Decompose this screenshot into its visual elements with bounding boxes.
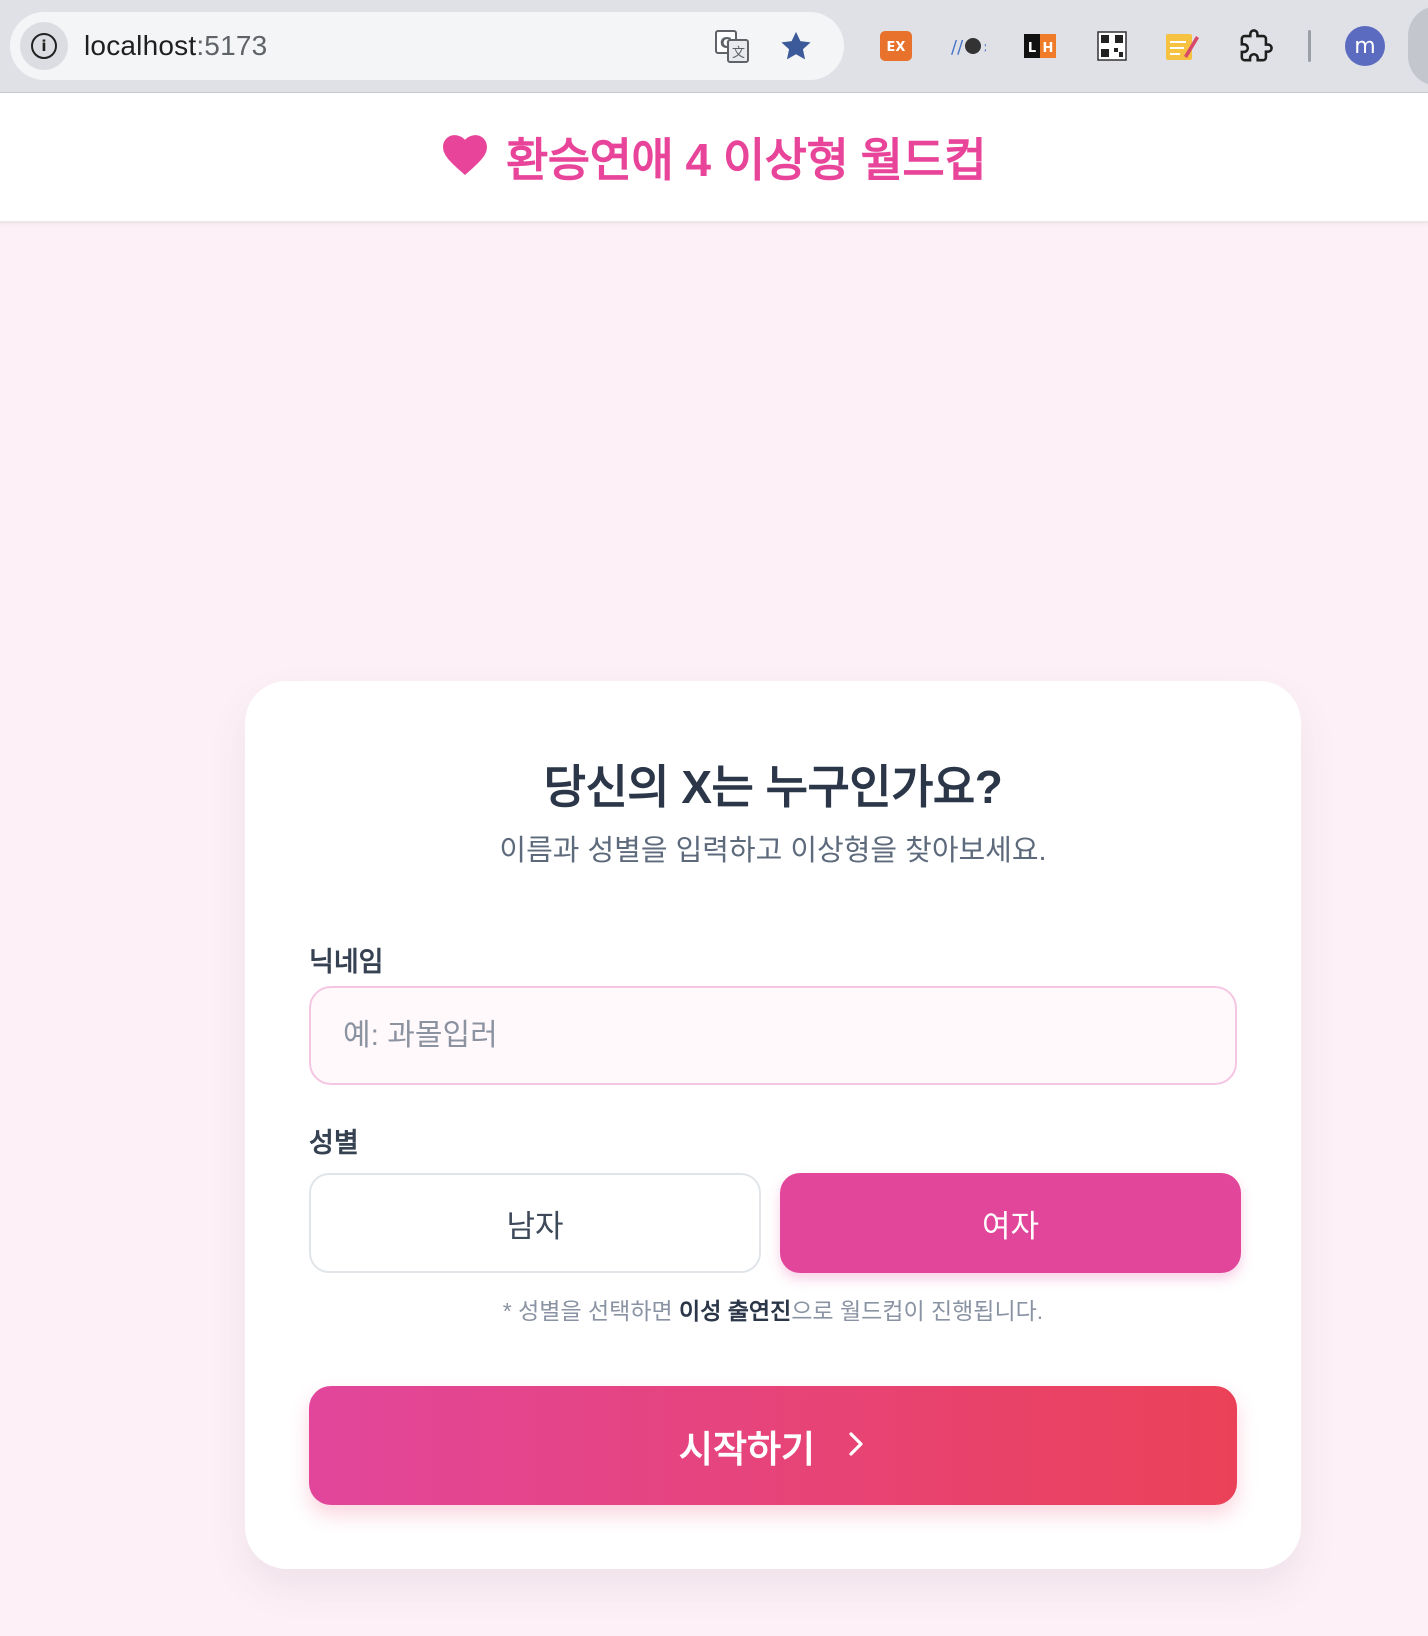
hint-prefix: * 성별을 선택하면	[502, 1298, 680, 1324]
nickname-input[interactable]	[309, 986, 1237, 1085]
chevron-right-icon	[845, 1425, 867, 1467]
gender-female-button[interactable]: 여자	[780, 1173, 1241, 1273]
toolbar-menu-edge[interactable]	[1408, 6, 1428, 86]
svg-text:文: 文	[732, 46, 745, 61]
github-extension-icon[interactable]: // ›	[950, 28, 986, 64]
svg-text:›: ›	[983, 37, 986, 58]
svg-text:H: H	[1043, 41, 1054, 56]
svg-text:L: L	[1028, 41, 1036, 56]
extensions-puzzle-icon[interactable]	[1238, 28, 1274, 64]
start-button-label: 시작하기	[678, 1428, 816, 1470]
qr-code-extension-icon[interactable]	[1094, 28, 1130, 64]
heart-icon	[442, 134, 488, 181]
translate-icon[interactable]: G 文	[714, 28, 750, 64]
toolbar-separator	[1308, 30, 1311, 62]
nickname-label: 닉네임	[309, 947, 384, 977]
profile-avatar[interactable]: m	[1345, 26, 1385, 66]
gender-label: 성별	[309, 1128, 359, 1158]
url-port: :5173	[196, 30, 268, 61]
gender-male-button[interactable]: 남자	[309, 1173, 761, 1273]
hint-suffix: 으로 월드컵이 진행됩니다.	[791, 1298, 1044, 1324]
info-icon: i	[31, 33, 57, 59]
card-title: 당신의 X는 누구인가요?	[543, 761, 1003, 813]
url-host: localhost	[84, 30, 197, 61]
app-header: 환승연애 4 이상형 월드컵	[0, 93, 1428, 223]
hint-bold: 이성 출연진	[679, 1298, 792, 1324]
svg-text://: //	[951, 37, 964, 58]
card-subtitle: 이름과 성별을 입력하고 이상형을 찾아보세요.	[499, 835, 1047, 867]
url-text[interactable]: localhost:5173	[84, 30, 267, 62]
start-button[interactable]: 시작하기	[309, 1386, 1237, 1505]
app-title: 환승연애 4 이상형 월드컵	[505, 134, 987, 186]
notes-extension-icon[interactable]	[1164, 28, 1200, 64]
site-info-button[interactable]: i	[20, 22, 68, 70]
lighthouse-extension-icon[interactable]: LH	[1022, 28, 1058, 64]
address-bar[interactable]: i localhost:5173 G 文	[10, 12, 844, 80]
svg-text:EX: EX	[887, 40, 906, 55]
entry-card: 당신의 X는 누구인가요? 이름과 성별을 입력하고 이상형을 찾아보세요. 닉…	[245, 681, 1301, 1569]
bookmark-star-icon[interactable]	[778, 28, 814, 64]
gender-hint: * 성별을 선택하면 이성 출연진으로 월드컵이 진행됩니다.	[245, 1292, 1301, 1326]
browser-toolbar: i localhost:5173 G 文 EX // › LH m	[0, 0, 1428, 93]
ex-extension-icon[interactable]: EX	[878, 28, 914, 64]
